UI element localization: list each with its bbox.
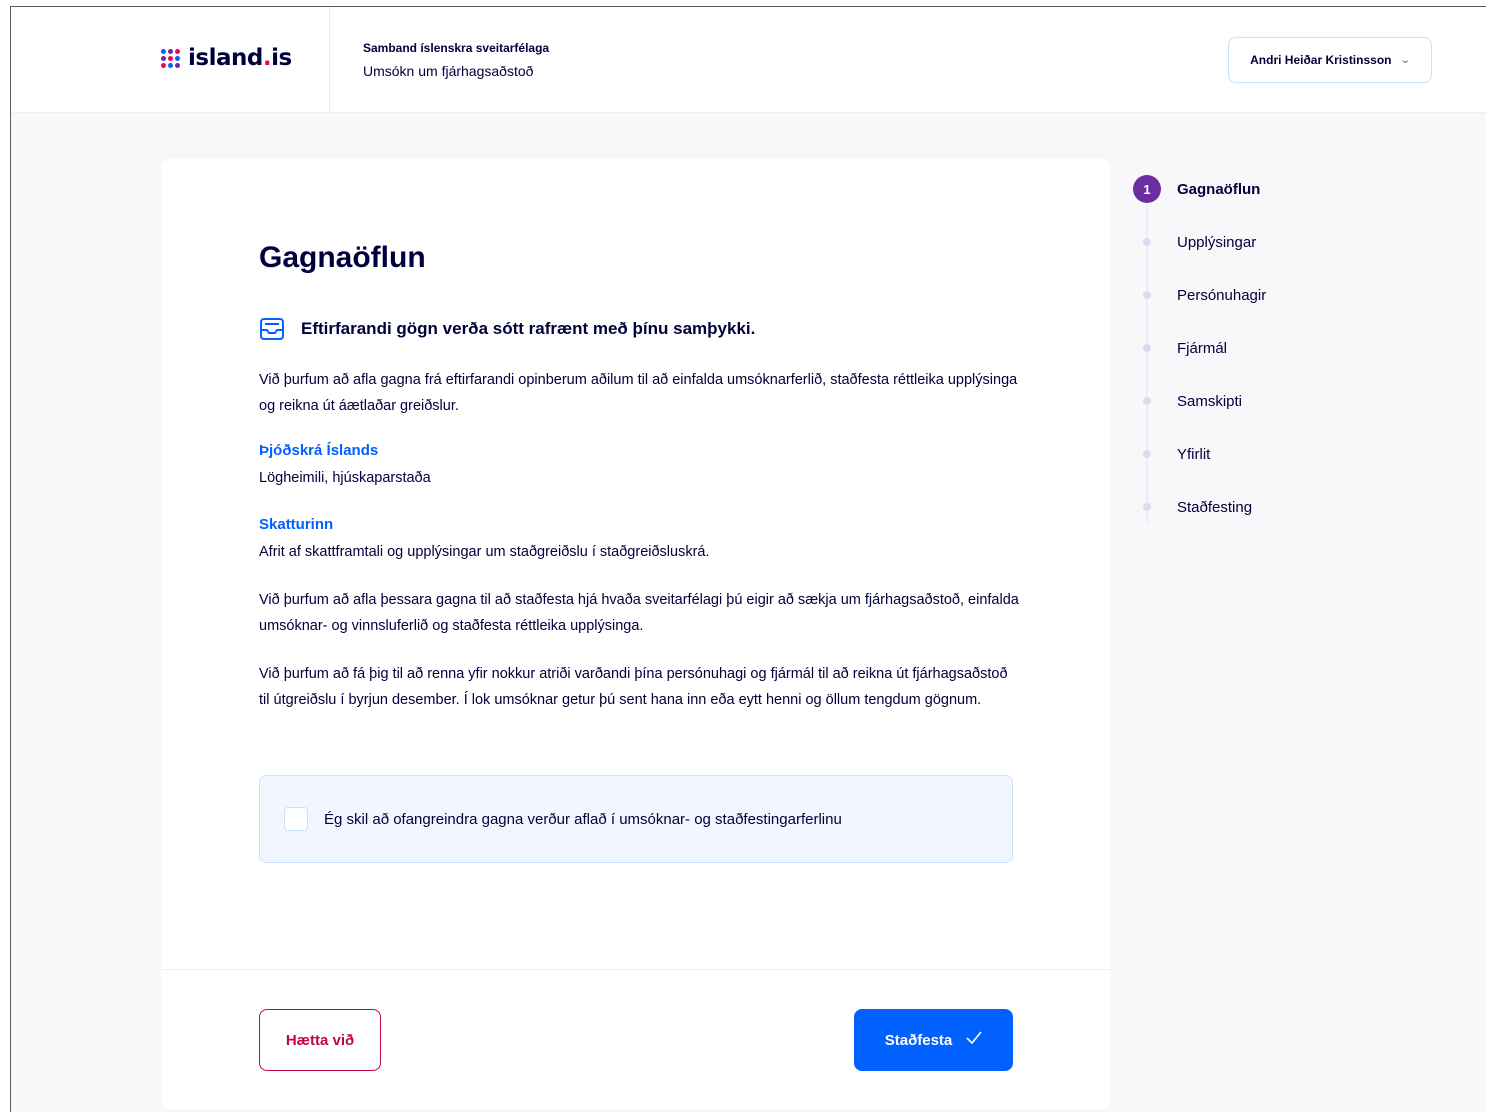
step-label: Staðfesting — [1177, 498, 1253, 516]
island-logo[interactable]: island.is — [161, 45, 292, 71]
consent-checkbox[interactable] — [284, 807, 308, 831]
step-active-marker: 1 — [1133, 175, 1161, 203]
footer-divider — [161, 969, 1110, 970]
header: island.is Samband íslenskra sveitarfélag… — [11, 7, 1486, 113]
intro-heading: Eftirfarandi gögn verða sótt rafrænt með… — [301, 319, 756, 338]
checkmark-icon — [966, 1031, 982, 1049]
form-card: Gagnaöflun Eftirfarandi gögn verða sótt … — [161, 159, 1110, 1109]
step-upplysingar[interactable]: Upplýsingar — [1133, 228, 1256, 256]
logo-dots-icon — [161, 48, 180, 68]
step-dot — [1143, 344, 1151, 352]
org-name: Samband íslenskra sveitarfélaga — [363, 41, 550, 55]
user-menu-button[interactable]: Andri Heiðar Kristinsson ⌄ — [1228, 37, 1432, 83]
step-label: Upplýsingar — [1177, 233, 1257, 251]
confirm-button[interactable]: Staðfesta — [854, 1009, 1013, 1071]
step-label: Fjármál — [1177, 339, 1228, 357]
inbox-tray-icon — [259, 317, 285, 341]
page-title: Gagnaöflun — [259, 241, 426, 274]
step-fjarmal[interactable]: Fjármál — [1133, 334, 1227, 362]
step-label: Gagnaöflun — [1177, 180, 1261, 198]
step-yfirlit[interactable]: Yfirlit — [1133, 440, 1210, 468]
step-dot — [1143, 291, 1151, 299]
chevron-down-icon: ⌄ — [1400, 54, 1412, 66]
step-dot — [1143, 503, 1151, 511]
cancel-label: Hætta við — [285, 1031, 355, 1049]
step-gagnaoflun[interactable]: 1 Gagnaöflun — [1133, 175, 1260, 203]
step-dot — [1143, 397, 1151, 405]
purpose-paragraph: Við þurfum að afla þessara gagna til að … — [259, 592, 1019, 634]
confirm-label: Staðfesta — [884, 1031, 953, 1049]
app-frame: island.is Samband íslenskra sveitarfélag… — [10, 6, 1486, 1112]
application-name: Umsókn um fjárhagsaðstoð — [363, 63, 534, 79]
review-paragraph: Við þurfum að fá þig til að renna yfir n… — [259, 666, 1008, 708]
org-block: Samband íslenskra sveitarfélaga Umsókn u… — [363, 41, 549, 79]
step-samskipti[interactable]: Samskipti — [1133, 387, 1242, 415]
source-desc-skatturinn: Afrit af skattframtali og upplýsingar um… — [259, 544, 710, 560]
source-title-thjodskra: Þjóðskrá Íslands — [259, 442, 379, 459]
user-name: Andri Heiðar Kristinsson — [1250, 53, 1392, 67]
step-personuhagir[interactable]: Persónuhagir — [1133, 281, 1266, 309]
consent-label[interactable]: Ég skil að ofangreindra gagna verður afl… — [324, 811, 842, 828]
step-label: Samskipti — [1177, 392, 1243, 410]
step-dot — [1143, 238, 1151, 246]
step-stadfesting[interactable]: Staðfesting — [1133, 493, 1252, 521]
intro-paragraph: Við þurfum að afla gagna frá eftirfarand… — [259, 372, 1018, 414]
consent-checkbox-container[interactable]: Ég skil að ofangreindra gagna verður afl… — [259, 775, 1013, 863]
step-dot — [1143, 450, 1151, 458]
cancel-button[interactable]: Hætta við — [259, 1009, 381, 1071]
logo-text: island.is — [188, 45, 292, 71]
step-label: Persónuhagir — [1177, 286, 1267, 304]
step-label: Yfirlit — [1177, 445, 1211, 463]
intro-row: Eftirfarandi gögn verða sótt rafrænt með… — [259, 317, 755, 341]
source-desc-thjodskra: Lögheimili, hjúskaparstaða — [259, 470, 431, 486]
header-divider — [329, 7, 330, 113]
source-title-skatturinn: Skatturinn — [259, 516, 334, 533]
